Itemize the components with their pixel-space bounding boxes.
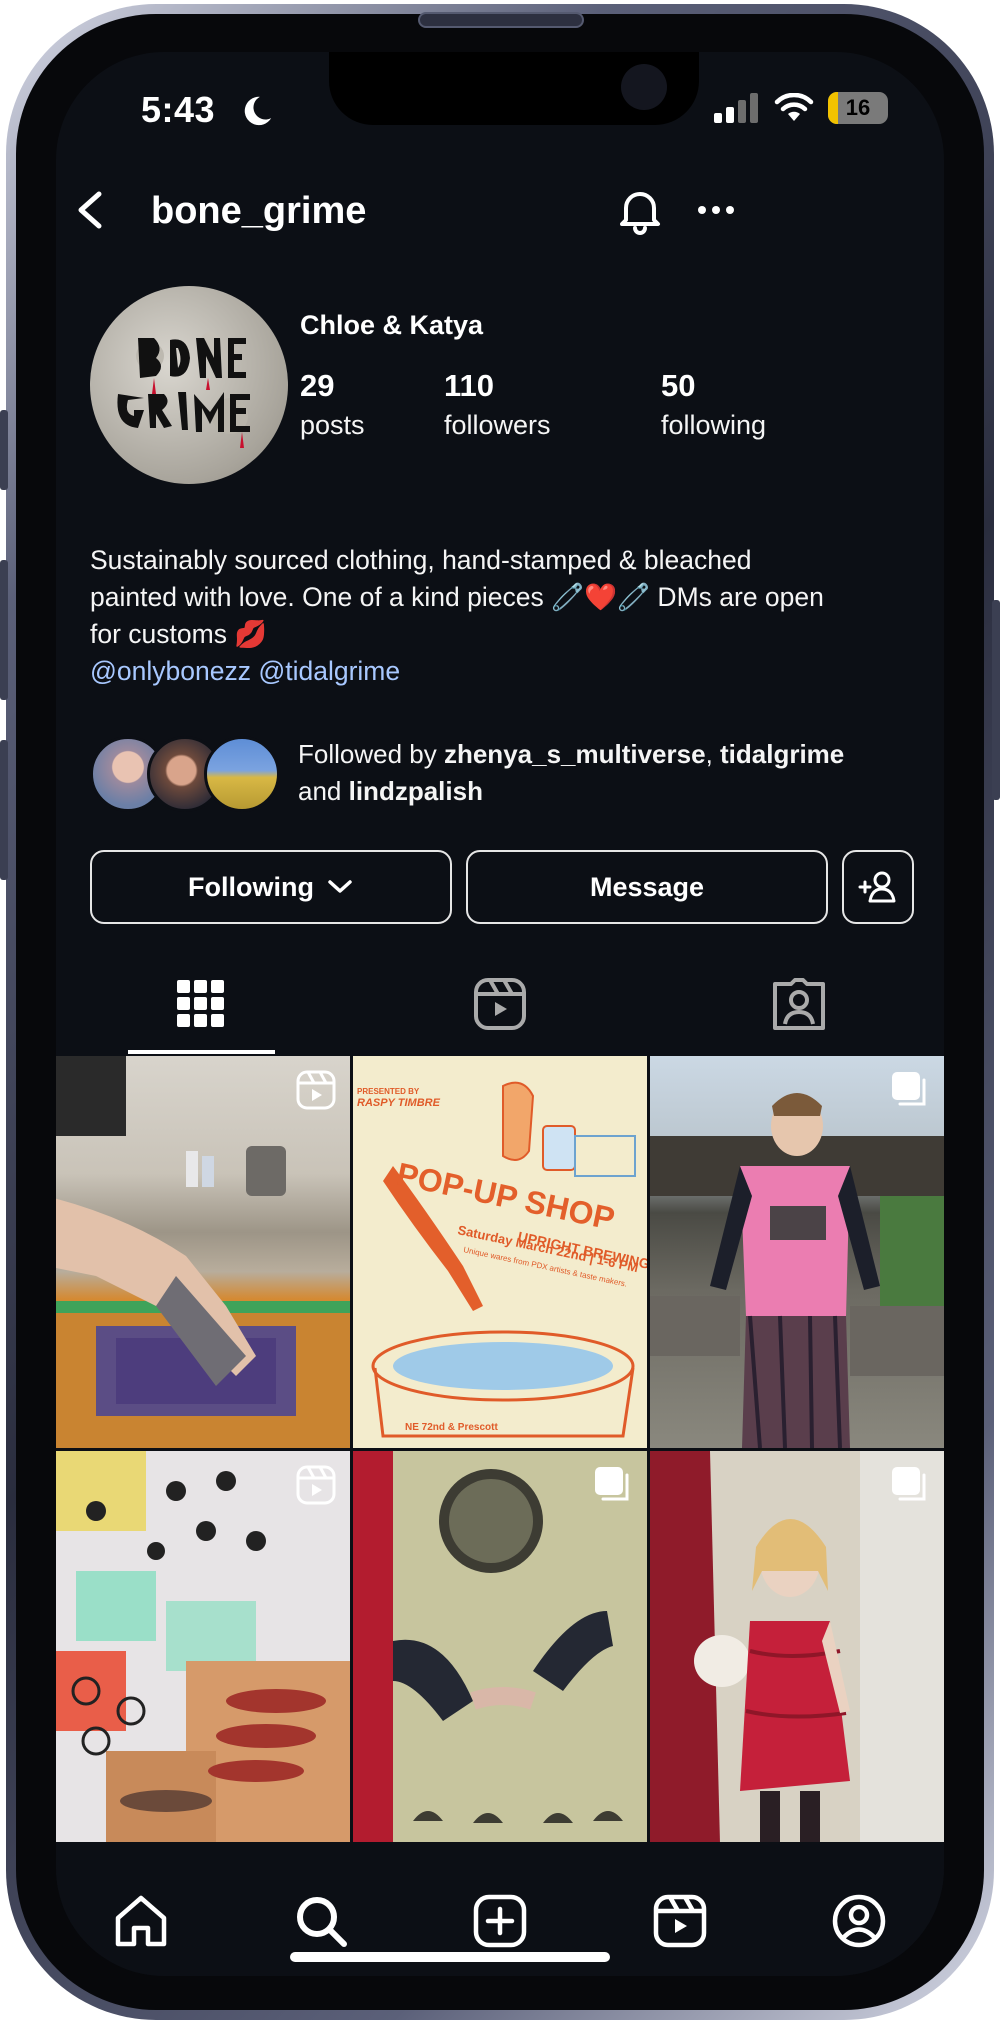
- tab-reels-icon[interactable]: [472, 976, 528, 1032]
- phone-frame: 5:43 16 bone_grime Chloe & Katya 29 post…: [6, 4, 994, 2020]
- post-thumbnail[interactable]: [353, 1451, 647, 1843]
- posts-count[interactable]: 29 posts: [300, 368, 365, 441]
- stamps-photo: [56, 1451, 350, 1843]
- status-time: 5:43: [141, 89, 216, 130]
- following-label: following: [661, 410, 767, 440]
- pomegranate-shirt-photo: [353, 1451, 647, 1843]
- notch: [329, 52, 699, 125]
- phone-bezel: 5:43 16 bone_grime Chloe & Katya 29 post…: [16, 14, 984, 2010]
- followed-by-and: and: [298, 776, 349, 806]
- post-thumbnail[interactable]: [650, 1056, 944, 1448]
- battery-indicator: 16: [828, 92, 888, 124]
- poster-brand: RASPY TIMBRE: [357, 1097, 441, 1109]
- bio-link-onlybonezz[interactable]: @onlybonezz: [90, 656, 251, 686]
- add-person-icon: [858, 871, 896, 903]
- display-name: Chloe & Katya: [300, 310, 484, 340]
- poster-presented: PRESENTED BY: [357, 1087, 420, 1096]
- home-icon[interactable]: [112, 1892, 170, 1950]
- bio-line-1: Sustainably sourced clothing, hand-stamp…: [90, 545, 752, 575]
- search-icon[interactable]: [292, 1892, 350, 1950]
- notification-bell-icon[interactable]: [614, 184, 666, 236]
- power-button: [992, 600, 1000, 800]
- carousel-badge-icon: [892, 1467, 926, 1501]
- post-thumbnail[interactable]: PRESENTED BY RASPY TIMBRE UPRIGHT BREWIN…: [353, 1056, 647, 1448]
- bio-line-2: painted with love. One of a kind pieces …: [90, 582, 824, 612]
- create-post-icon[interactable]: [471, 1892, 529, 1950]
- moon-icon: [244, 96, 272, 126]
- profile-tabs: [56, 966, 944, 1056]
- tab-grid-icon[interactable]: [173, 976, 229, 1032]
- profile-bio: Sustainably sourced clothing, hand-stamp…: [90, 542, 930, 690]
- mutual-user-1: zhenya_s_multiverse: [443, 739, 706, 769]
- profile-icon[interactable]: [830, 1892, 888, 1950]
- volume-down-button: [0, 740, 8, 880]
- chevron-down-icon: [328, 880, 352, 893]
- status-icons: 16: [714, 92, 888, 124]
- profile-username: bone_grime: [151, 190, 367, 232]
- following-button[interactable]: Following: [90, 850, 452, 924]
- back-arrow-icon[interactable]: [71, 188, 111, 232]
- post-thumbnail[interactable]: [56, 1056, 350, 1448]
- mutual-avatar-3: [204, 736, 280, 812]
- red-dress-photo: [650, 1451, 944, 1843]
- post-thumbnail[interactable]: [56, 1451, 350, 1843]
- followed-by-text[interactable]: Followed by zhenya_s_multiverse, tidalgr…: [298, 736, 944, 810]
- posts-label: posts: [300, 410, 365, 440]
- following-button-label: Following: [188, 871, 314, 902]
- carousel-badge-icon: [892, 1072, 926, 1106]
- front-camera: [621, 64, 667, 110]
- active-tab-indicator: [128, 1050, 275, 1054]
- message-button-label: Message: [589, 871, 705, 902]
- screen: 5:43 16 bone_grime Chloe & Katya 29 post…: [56, 52, 944, 1976]
- profile-avatar[interactable]: [90, 286, 288, 484]
- bone-grime-logo: [117, 332, 250, 448]
- more-options-icon[interactable]: [696, 200, 736, 220]
- reel-badge-icon: [296, 1070, 336, 1110]
- battery-level: 16: [845, 95, 871, 120]
- reel-badge-icon: [296, 1465, 336, 1505]
- following-value: 50: [661, 368, 696, 403]
- bio-line-3: for customs 💋: [90, 619, 268, 649]
- reels-icon[interactable]: [651, 1892, 709, 1950]
- followed-by-prefix: Followed by: [298, 739, 444, 769]
- screen-printing-photo: [56, 1056, 350, 1448]
- mutual-user-3: lindzpalish: [348, 776, 483, 806]
- bio-links: @onlybonezz @tidalgrime: [90, 653, 930, 690]
- pop-up-poster-image: PRESENTED BY RASPY TIMBRE UPRIGHT BREWIN…: [357, 1081, 647, 1438]
- posts-value: 29: [300, 368, 335, 403]
- message-button[interactable]: Message: [466, 850, 828, 924]
- tab-tagged-icon[interactable]: [771, 976, 827, 1032]
- signal-icon: [714, 93, 758, 123]
- volume-up-button: [0, 560, 8, 700]
- followed-by-avatars[interactable]: [90, 734, 280, 814]
- carousel-badge-icon: [595, 1467, 629, 1501]
- followers-label: followers: [444, 410, 551, 440]
- bio-link-tidalgrime[interactable]: @tidalgrime: [258, 656, 400, 686]
- pink-shirt-photo: [650, 1093, 944, 1448]
- profile-header: bone_grime: [56, 170, 944, 250]
- suggested-users-button[interactable]: [842, 850, 914, 924]
- home-indicator[interactable]: [290, 1952, 610, 1962]
- posts-grid: PRESENTED BY RASPY TIMBRE UPRIGHT BREWIN…: [56, 1056, 944, 1843]
- post-thumbnail[interactable]: [650, 1451, 944, 1843]
- followed-by-sep: ,: [705, 739, 721, 769]
- wifi-icon: [774, 93, 814, 121]
- earpiece-speaker: [418, 12, 584, 28]
- mutual-user-2: tidalgrime: [720, 739, 845, 769]
- followers-value: 110: [444, 368, 495, 403]
- following-count[interactable]: 50 following: [661, 368, 766, 441]
- mute-switch: [0, 410, 8, 490]
- followers-count[interactable]: 110 followers: [444, 368, 551, 441]
- poster-address: NE 72nd & Prescott: [405, 1422, 498, 1433]
